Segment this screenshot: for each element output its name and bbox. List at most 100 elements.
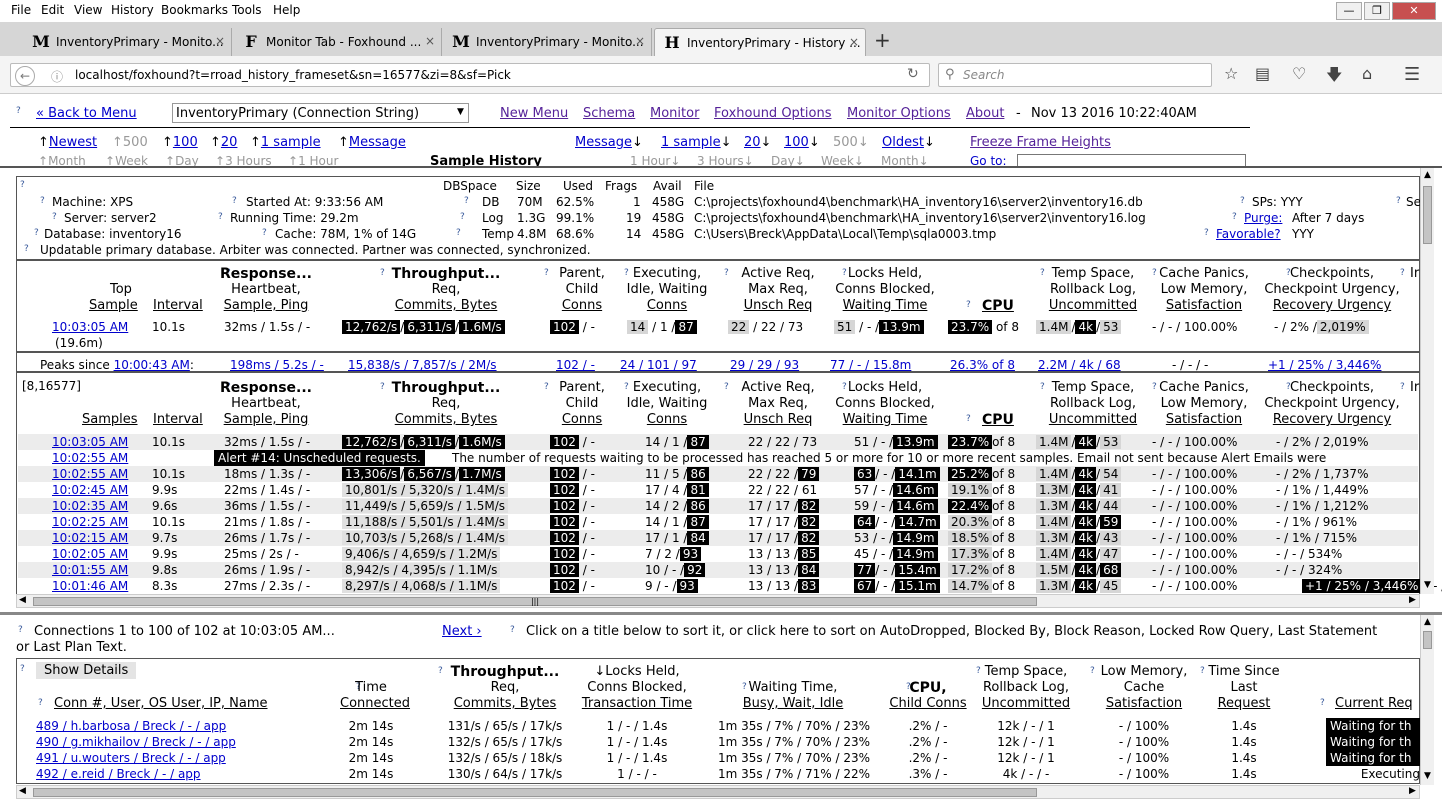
tab-monitor-1[interactable]: M InventoryPrimary - Monito... × xyxy=(24,28,232,56)
column-header-interval[interactable]: Interval xyxy=(153,412,203,427)
help-icon[interactable]: ? xyxy=(460,212,465,222)
column-header-chk3[interactable]: Recovery Urgency xyxy=(1264,298,1400,313)
peak-locks-link[interactable]: 77 / - / 15.8m xyxy=(830,357,911,373)
scroll-left-icon[interactable]: ◀ xyxy=(19,786,26,796)
newer-20-link[interactable]: ↑20 xyxy=(210,135,237,150)
close-tab-icon[interactable]: × xyxy=(849,35,859,49)
foxhound-options-link[interactable]: Foxhound Options xyxy=(714,106,831,121)
help-icon[interactable]: ? xyxy=(1204,228,1209,238)
help-icon[interactable]: ? xyxy=(1090,666,1095,676)
help-icon[interactable]: ? xyxy=(380,382,385,392)
column-header-chk[interactable]: Checkpoints, xyxy=(1264,380,1400,395)
connections-header-h_low3[interactable]: Satisfaction xyxy=(1098,696,1190,711)
about-link[interactable]: About xyxy=(966,106,1004,121)
history-hscrollbar[interactable]: ◀ ||| ▶ xyxy=(16,594,1420,608)
help-icon[interactable]: ? xyxy=(456,228,461,238)
vscroll-thumb[interactable] xyxy=(1423,186,1432,244)
connections-header-h_since[interactable]: Time Since xyxy=(1206,664,1282,679)
connections-header-h_lck2[interactable]: Conns Blocked, xyxy=(580,680,694,695)
help-icon[interactable]: ? xyxy=(1400,268,1405,278)
help-icon[interactable]: ? xyxy=(544,268,549,278)
scroll-up-icon[interactable]: ▲ xyxy=(1424,617,1431,627)
column-header-thr3[interactable]: Commits, Bytes xyxy=(386,412,506,427)
show-details-button[interactable]: Show Details xyxy=(36,662,137,679)
help-icon[interactable]: ? xyxy=(724,382,729,392)
monitor-link[interactable]: Monitor xyxy=(650,106,699,121)
newer-100-link[interactable]: ↑100 xyxy=(162,135,198,150)
menu-file[interactable]: File xyxy=(11,3,31,17)
help-icon[interactable]: ? xyxy=(40,196,45,206)
new-tab-button[interactable]: + xyxy=(874,28,891,52)
column-header-chk3[interactable]: Recovery Urgency xyxy=(1264,412,1400,427)
help-icon[interactable]: ? xyxy=(464,196,469,206)
column-header-tmp[interactable]: Temp Space, xyxy=(1044,380,1142,395)
column-header-lck[interactable]: Locks Held, xyxy=(834,266,936,281)
connections-header-h_since3[interactable]: Request xyxy=(1206,696,1282,711)
scroll-left-icon[interactable]: ◀ xyxy=(19,595,26,605)
new-menu-link[interactable]: New Menu xyxy=(500,106,568,121)
column-header-thr[interactable]: Throughput... xyxy=(386,266,506,282)
menu-tools[interactable]: Tools xyxy=(232,3,262,17)
search-input[interactable]: ⚲ Search xyxy=(938,63,1212,87)
help-icon[interactable]: ? xyxy=(34,228,39,238)
schema-link[interactable]: Schema xyxy=(583,106,635,121)
connections-header-h_tmp3[interactable]: Uncommitted xyxy=(978,696,1074,711)
help-icon[interactable]: ? xyxy=(218,212,223,222)
connections-header-h_thr[interactable]: Throughput... xyxy=(440,664,570,680)
peak-active-link[interactable]: 29 / 29 / 93 xyxy=(730,357,799,373)
help-icon[interactable]: ? xyxy=(1240,196,1245,206)
peak-executing-link[interactable]: 24 / 101 / 97 xyxy=(620,357,697,373)
help-icon[interactable]: ? xyxy=(544,382,549,392)
peak-response-link[interactable]: 198ms / 5.2s / - xyxy=(230,357,324,373)
help-icon[interactable]: ? xyxy=(1232,212,1237,222)
column-header-act[interactable]: Active Req, xyxy=(736,266,820,281)
purge-link[interactable]: Purge: xyxy=(1244,211,1282,225)
connections-header-h_tmp2[interactable]: Rollback Log, xyxy=(978,680,1074,695)
newest-link[interactable]: ↑Newest xyxy=(38,135,97,150)
help-icon[interactable]: ? xyxy=(24,244,29,254)
back-to-menu-link[interactable]: « Back to Menu xyxy=(36,106,137,121)
peak-checkpoints-link[interactable]: +1 / 25% / 3,446% xyxy=(1268,357,1381,373)
sample-time-link[interactable]: 10:01:46 AM xyxy=(52,578,128,594)
monitor-options-link[interactable]: Monitor Options xyxy=(847,106,951,121)
column-header-act3[interactable]: Unsch Req xyxy=(736,298,820,313)
help-icon[interactable]: ? xyxy=(20,180,25,190)
connections-header-h_cpu2[interactable]: Child Conns xyxy=(888,696,968,711)
help-icon[interactable]: ? xyxy=(966,414,971,424)
help-icon[interactable]: ? xyxy=(1152,382,1157,392)
column-header-thr[interactable]: Throughput... xyxy=(386,380,506,396)
bookmark-star-icon[interactable]: ☆ xyxy=(1224,64,1238,83)
menu-help[interactable]: Help xyxy=(273,3,300,17)
sample-time-link[interactable]: 10:02:55 AM xyxy=(52,466,128,482)
newer-message-link[interactable]: ↑Message xyxy=(338,135,406,150)
help-icon[interactable]: ? xyxy=(1200,666,1205,676)
tab-history-active[interactable]: H InventoryPrimary - History ... × xyxy=(654,28,866,56)
help-icon[interactable]: ? xyxy=(1320,698,1325,708)
sample-time-link[interactable]: 10:02:45 AM xyxy=(52,482,128,498)
column-header-cpu[interactable]: CPU xyxy=(982,412,1014,428)
sample-time-link[interactable]: 10:02:25 AM xyxy=(52,514,128,530)
help-icon[interactable]: ? xyxy=(510,625,515,635)
tab-monitor-2[interactable]: M InventoryPrimary - Monito... × xyxy=(444,28,652,56)
sample-time-link[interactable]: 10:01:55 AM xyxy=(52,562,128,578)
column-header-lck[interactable]: Locks Held, xyxy=(834,380,936,395)
help-icon[interactable]: ? xyxy=(1152,268,1157,278)
sort-hint[interactable]: Click on a title below to sort it, or cl… xyxy=(526,624,1377,639)
older-20-link[interactable]: 20↓ xyxy=(744,135,771,150)
help-icon[interactable]: ? xyxy=(724,268,729,278)
connections-hscrollbar[interactable]: ◀ ▶ xyxy=(16,785,1420,799)
help-icon[interactable]: ? xyxy=(1396,196,1401,206)
goto-input[interactable] xyxy=(1017,154,1246,166)
column-header-thr3[interactable]: Commits, Bytes xyxy=(386,298,506,313)
column-header-cch3[interactable]: Satisfaction xyxy=(1158,412,1250,427)
sample-time-link[interactable]: 10:02:15 AM xyxy=(52,530,128,546)
column-header-resp[interactable]: Response... xyxy=(206,266,326,282)
column-header-cpu[interactable]: CPU xyxy=(982,298,1014,314)
older-100-link[interactable]: 100↓ xyxy=(784,135,820,150)
column-header-tmp3[interactable]: Uncommitted xyxy=(1044,412,1142,427)
older-1-sample-link[interactable]: 1 sample↓ xyxy=(661,135,732,150)
tab-foxhound-monitor[interactable]: F Monitor Tab - Foxhound ... × xyxy=(234,28,442,56)
favorable-link[interactable]: Favorable? xyxy=(1216,227,1281,241)
connection-link[interactable]: 492 / e.reid / Breck / - / app xyxy=(36,766,201,782)
oldest-link[interactable]: Oldest↓ xyxy=(882,135,935,150)
